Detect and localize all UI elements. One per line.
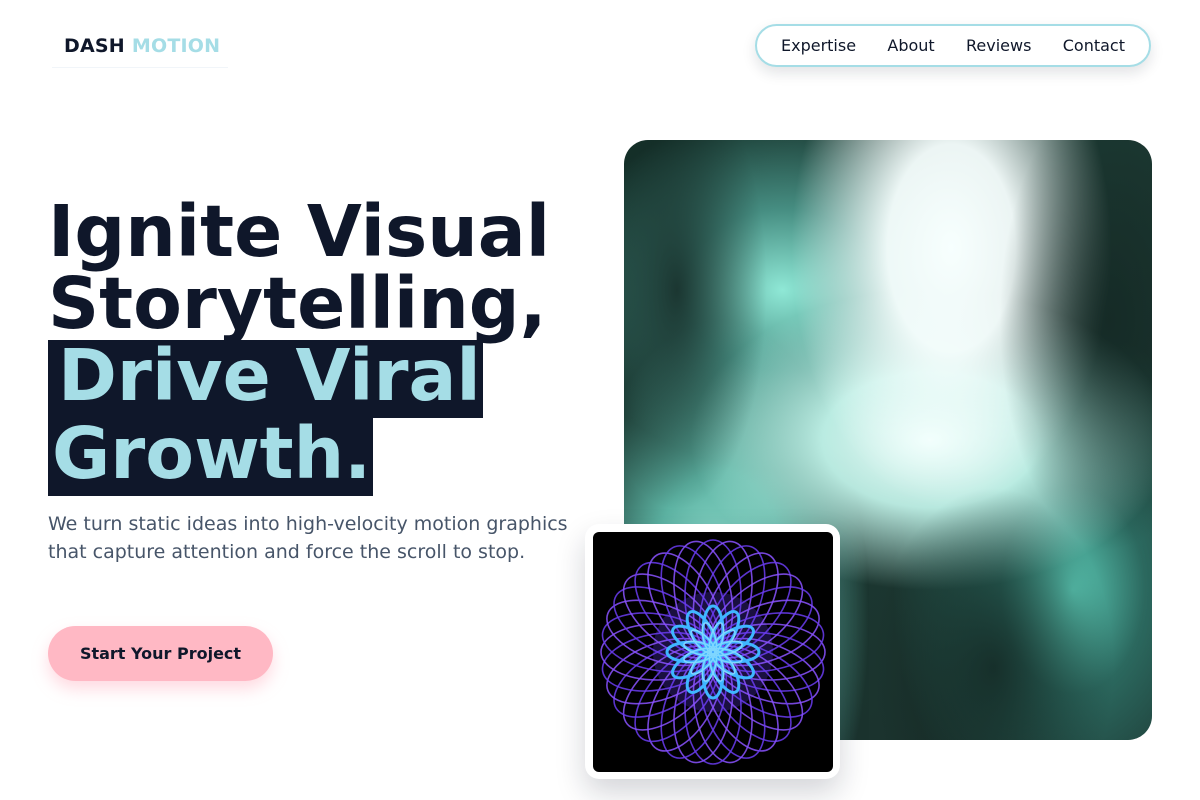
nav-item-expertise[interactable]: Expertise <box>781 36 856 55</box>
headline-highlight-row-1: Drive Viral <box>48 340 550 418</box>
landing-page: DASH MOTION Expertise About Reviews Cont… <box>0 0 1200 800</box>
headline-highlight-2: Growth. <box>48 418 374 496</box>
headline-highlight-1: Drive Viral <box>48 340 483 418</box>
start-project-button[interactable]: Start Your Project <box>48 626 273 681</box>
brand-logo[interactable]: DASH MOTION <box>52 24 228 68</box>
inset-card <box>585 524 840 779</box>
hero-headline: Ignite Visual Storytelling, Drive Viral … <box>48 196 550 496</box>
nav-item-reviews[interactable]: Reviews <box>966 36 1031 55</box>
headline-highlight-row-2: Growth. <box>48 418 550 496</box>
nav-item-about[interactable]: About <box>887 36 934 55</box>
mandala-image <box>593 532 833 772</box>
headline-line-1: Ignite Visual <box>48 190 551 273</box>
mandala-spirograph-icon <box>600 539 826 765</box>
brand-name-main: DASH <box>64 34 125 57</box>
nav-item-contact[interactable]: Contact <box>1063 36 1125 55</box>
hero-subtext: We turn static ideas into high-velocity … <box>48 513 568 563</box>
headline-line-2: Storytelling, <box>48 262 547 345</box>
main-nav: Expertise About Reviews Contact <box>755 24 1151 67</box>
brand-name-accent: MOTION <box>131 34 221 57</box>
